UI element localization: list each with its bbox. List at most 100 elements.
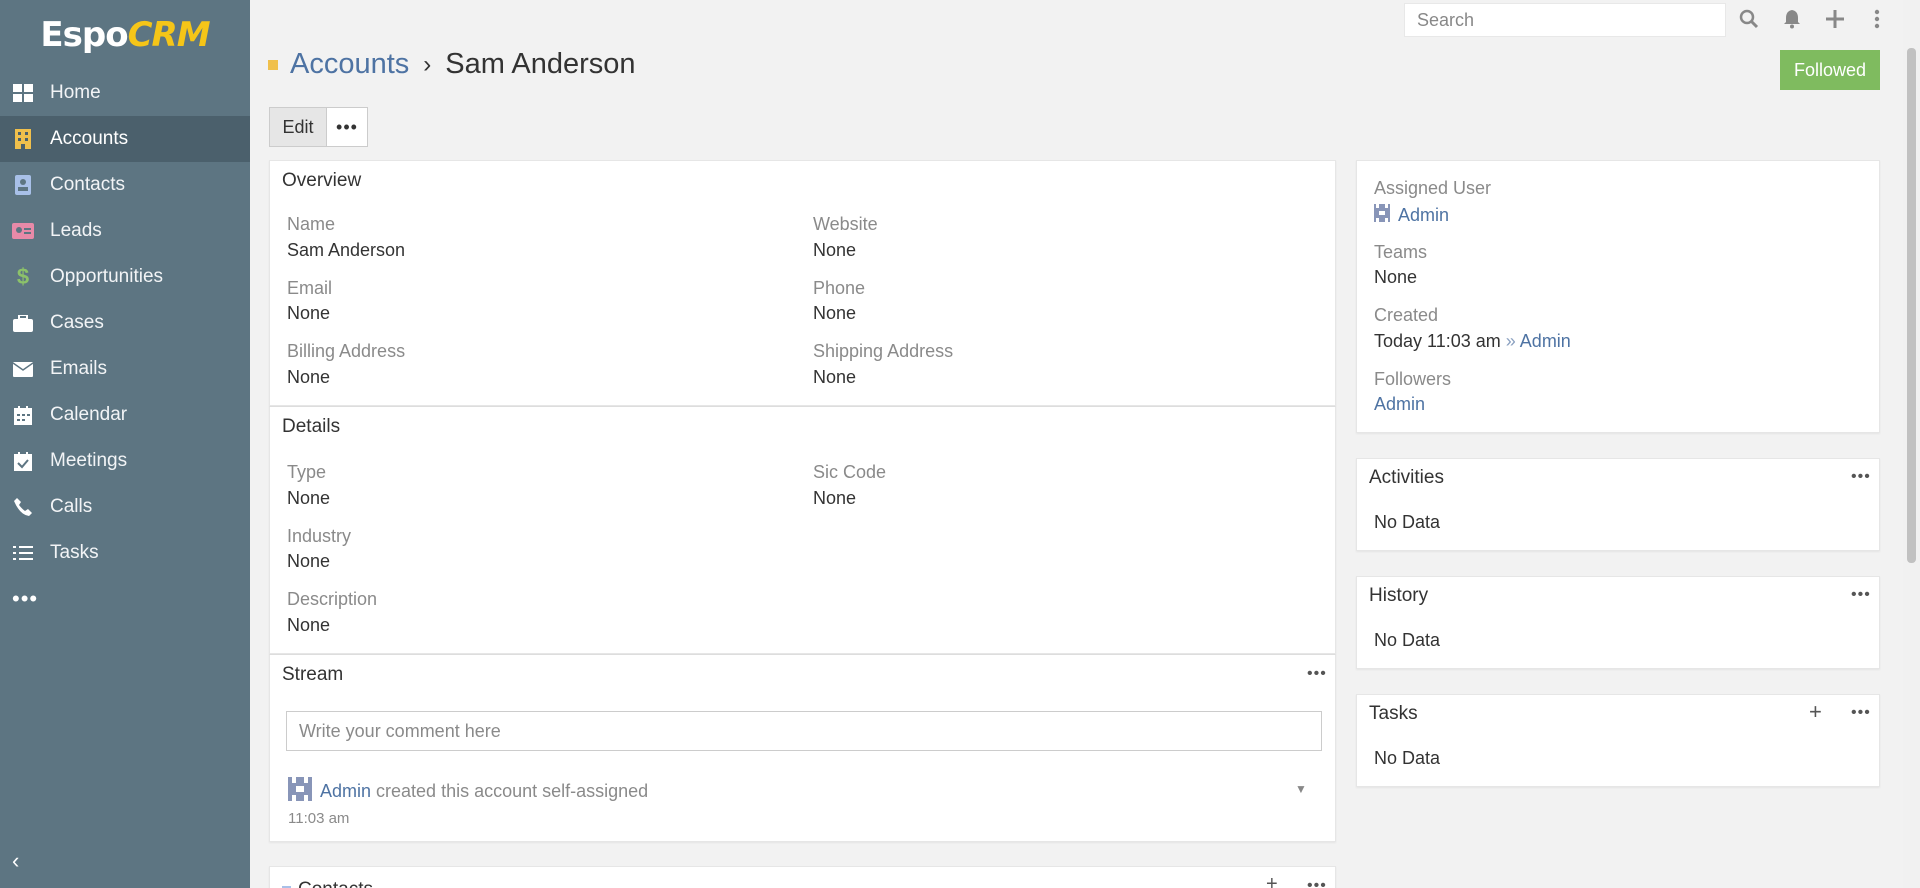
stream-title: Stream [282,664,344,685]
name-value: Sam Anderson [287,240,406,260]
followers-label: Followers [1374,369,1452,389]
type-label: Type [287,462,327,482]
tasks-add-icon[interactable]: + [1809,699,1822,725]
contact-card-icon [12,174,34,196]
shipping-address-label: Shipping Address [813,341,954,361]
id-card-icon [12,220,34,242]
history-menu-icon[interactable]: ••• [1851,586,1871,604]
edit-button[interactable]: Edit [269,107,327,147]
sidebar-item-emails[interactable]: Emails [0,346,250,392]
sidebar: EspoCRM Home Accounts Contacts Leads $ O… [0,0,250,888]
stream-entry-text: created this account self-assigned [376,781,649,801]
sidebar-item-label: Accounts [50,128,129,149]
contacts-title: Contacts [298,879,373,888]
email-label: Email [287,278,333,298]
sidebar-item-meetings[interactable]: Meetings [0,438,250,484]
created-separator: » [1505,331,1516,351]
email-value: None [287,303,331,323]
stream-panel: Stream ••• Admin created this account se… [269,654,1336,842]
search-input[interactable] [1404,3,1726,37]
sidebar-item-home[interactable]: Home [0,70,250,116]
avatar [288,777,312,806]
contacts-header: Contacts [282,879,373,888]
envelope-icon [12,358,34,380]
sidebar-item-cases[interactable]: Cases [0,300,250,346]
task-list-icon [12,542,34,564]
sidebar-item-label: Home [50,82,101,103]
sidebar-item-label: Contacts [50,174,125,195]
comment-input[interactable] [286,711,1322,751]
calendar-check-icon [12,450,34,472]
stream-entry-user[interactable]: Admin [320,781,371,802]
stream-entry: Admin created this account self-assigned [288,777,648,806]
sic-code-label: Sic Code [813,462,887,482]
tasks-menu-icon[interactable]: ••• [1851,704,1871,722]
stream-entry-time: 11:03 am [288,810,350,827]
logo-crm: CRM [127,15,211,55]
sidebar-item-accounts[interactable]: Accounts [0,116,250,162]
type-value: None [287,488,331,508]
created-by-link[interactable]: Admin [1520,331,1571,351]
phone-icon [12,496,34,518]
sidebar-item-calendar[interactable]: Calendar [0,392,250,438]
history-empty: No Data [1374,630,1441,650]
page-title: Sam Anderson [445,48,636,80]
sidebar-item-leads[interactable]: Leads [0,208,250,254]
history-panel: History ••• No Data [1356,576,1880,669]
details-title: Details [282,416,341,437]
stream-menu-icon[interactable]: ••• [1307,665,1327,683]
sidebar-item-label: Opportunities [50,266,164,287]
plus-icon[interactable] [1822,6,1848,32]
action-buttons: Edit ••• [269,107,368,147]
sidebar-collapse-icon[interactable]: ‹ [12,848,19,874]
phone-value: None [813,303,857,323]
building-icon [12,128,34,150]
assigned-user-link[interactable]: Admin [1398,205,1449,226]
details-panel: Details Type None Sic Code None Industry… [269,406,1336,654]
assigned-user-label: Assigned User [1374,178,1492,198]
app-logo[interactable]: EspoCRM [0,0,250,70]
breadcrumb-accounts[interactable]: Accounts [290,48,409,81]
side-info-panel: Assigned User Admin Teams None Created T… [1356,160,1880,433]
contacts-menu-icon[interactable]: ••• [1307,877,1327,888]
accounts-square-icon [268,59,278,70]
sidebar-item-label: Cases [50,312,104,333]
website-label: Website [813,214,878,234]
logo-espo: Espo [40,15,128,55]
menu-kebab-icon[interactable] [1864,6,1890,32]
industry-value: None [287,551,331,571]
sidebar-more-button[interactable]: ••• [0,576,250,622]
sidebar-item-contacts[interactable]: Contacts [0,162,250,208]
page-scrollbar[interactable] [1903,0,1920,888]
website-value: None [813,240,857,260]
sidebar-item-label: Tasks [50,542,99,563]
bell-icon[interactable] [1779,6,1805,32]
created-value: Today 11:03 am » Admin [1374,331,1571,352]
search-icon[interactable] [1736,6,1762,32]
sidebar-item-opportunities[interactable]: $ Opportunities [0,254,250,300]
activities-title: Activities [1369,467,1444,488]
history-title: History [1369,585,1429,606]
contacts-panel: Contacts + ••• [269,866,1336,888]
contacts-add-icon[interactable]: + [1266,873,1278,888]
teams-value: None [1374,267,1418,287]
calendar-icon [12,404,34,426]
name-label: Name [287,214,336,234]
sidebar-item-label: Emails [50,358,108,379]
sidebar-item-label: Calls [50,496,93,517]
teams-label: Teams [1374,242,1428,262]
breadcrumb-separator: › [423,50,432,78]
activities-menu-icon[interactable]: ••• [1851,468,1871,486]
activities-empty: No Data [1374,512,1441,532]
sidebar-item-tasks[interactable]: Tasks [0,530,250,576]
briefcase-icon [12,312,34,334]
sidebar-nav: Home Accounts Contacts Leads $ Opportuni… [0,70,250,576]
sic-code-value: None [813,488,857,508]
followed-button[interactable]: Followed [1780,50,1880,90]
chevron-down-icon[interactable]: ▼ [1295,782,1307,796]
more-actions-button[interactable]: ••• [327,107,368,147]
followers-link[interactable]: Admin [1374,394,1425,415]
sidebar-item-calls[interactable]: Calls [0,484,250,530]
sidebar-item-label: Calendar [50,404,128,425]
scrollbar-thumb[interactable] [1907,48,1916,563]
